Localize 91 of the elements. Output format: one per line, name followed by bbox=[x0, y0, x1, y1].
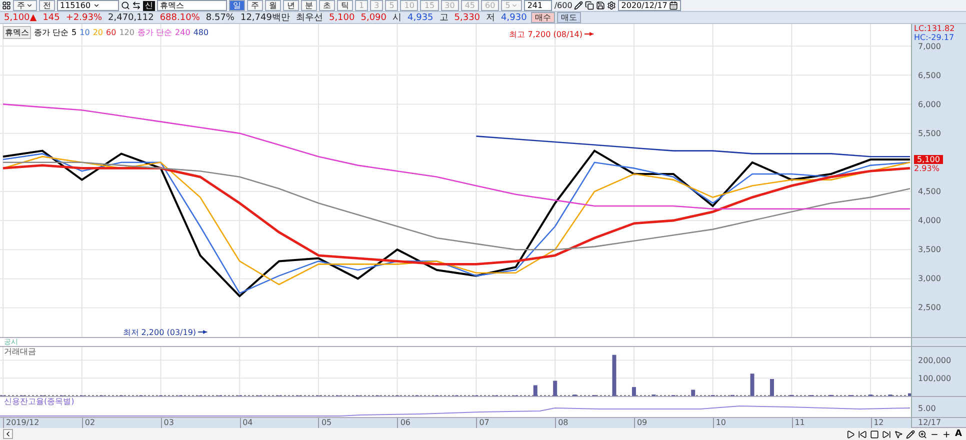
legend-period: 120 bbox=[119, 28, 134, 37]
price-tick: 4,500 bbox=[918, 186, 941, 196]
quote-value: 5,330 bbox=[453, 12, 482, 22]
legend-period: 20 bbox=[92, 28, 104, 37]
quote-value: 2,470,112 bbox=[107, 12, 155, 22]
skip-back-icon[interactable] bbox=[858, 430, 868, 438]
end-date-label: 12/17 bbox=[918, 418, 942, 427]
quote-value: 고 bbox=[438, 12, 450, 22]
price-tag: 5,100 bbox=[914, 154, 943, 164]
credit-badge: 신 bbox=[143, 0, 155, 10]
plus-icon[interactable] bbox=[942, 430, 952, 438]
volume-bar bbox=[612, 354, 616, 396]
price-tick: 3,500 bbox=[918, 245, 941, 254]
quote-value: 4,935 bbox=[406, 12, 434, 22]
price-annotation: 최고 7,200 (08/14) bbox=[509, 30, 594, 39]
quote-value: 5,100▲ bbox=[3, 12, 38, 22]
price-tick: 2,500 bbox=[918, 303, 941, 312]
quote-value: 5,090 bbox=[360, 12, 388, 22]
quote-value: 688.10% bbox=[158, 12, 201, 22]
legend-period: 240 bbox=[175, 28, 190, 37]
quote-value: +2.93% bbox=[64, 12, 104, 22]
credit-title: 신용잔고율(종목별) bbox=[4, 398, 74, 406]
legend-period: 480 bbox=[193, 28, 209, 37]
market-dropdown[interactable]: 주 bbox=[13, 0, 37, 11]
volume-tick: 100,000 bbox=[918, 374, 952, 383]
count-field[interactable]: 241 bbox=[524, 0, 552, 11]
legend-period: 10 bbox=[80, 28, 90, 37]
chevron-left-icon bbox=[4, 430, 12, 438]
price-tick: 6,000 bbox=[918, 100, 941, 109]
search-icon[interactable] bbox=[121, 1, 130, 10]
volume-bar bbox=[908, 393, 911, 396]
unit-tab[interactable]: 틱 bbox=[337, 0, 353, 11]
order-button[interactable]: 매도 bbox=[556, 12, 581, 23]
quote-value: 5,100 bbox=[328, 12, 356, 22]
pencil-icon[interactable] bbox=[906, 430, 916, 438]
volume-bar bbox=[691, 390, 696, 396]
legend-label: 종가 단순 bbox=[137, 27, 172, 38]
price-tick: 6,500 bbox=[918, 70, 941, 80]
stock-legend: 휴멕스 bbox=[3, 26, 31, 39]
save-icon[interactable] bbox=[596, 1, 606, 10]
font-button[interactable]: A bbox=[954, 429, 963, 439]
change-tag: 2.93% bbox=[914, 164, 940, 173]
scroll-left-button[interactable] bbox=[3, 429, 13, 439]
price-tick: 5,500 bbox=[918, 128, 941, 138]
stop-icon[interactable] bbox=[870, 430, 880, 438]
quote-value: 최우선 bbox=[294, 12, 324, 22]
period-tab[interactable]: 년 bbox=[283, 0, 299, 11]
calendar-icon bbox=[669, 1, 678, 10]
count-max: /600 bbox=[554, 1, 572, 10]
price-tick: 3,000 bbox=[918, 274, 941, 284]
volume-bar bbox=[770, 379, 774, 396]
unit-tab[interactable]: 분 bbox=[301, 0, 317, 11]
legend-period: 60 bbox=[106, 28, 116, 37]
price-tick: 4,000 bbox=[918, 216, 941, 226]
arrows-icon[interactable] bbox=[132, 1, 141, 10]
volume-bar bbox=[553, 380, 558, 396]
lc-value: LC:131.82 bbox=[914, 24, 955, 33]
unit-tab[interactable]: 초 bbox=[319, 0, 335, 11]
quote-value: 시 bbox=[392, 12, 402, 22]
volume-tick: 200,000 bbox=[918, 356, 952, 365]
hc-value: HC:-29.17 bbox=[914, 33, 954, 42]
legend-label: 종가 단순 bbox=[34, 27, 69, 38]
date-field[interactable]: 2020/12/17 bbox=[618, 0, 682, 11]
quote-value: 4,930 bbox=[500, 12, 528, 22]
period-tab[interactable]: 월 bbox=[265, 0, 281, 11]
pointer-icon[interactable] bbox=[894, 430, 904, 438]
layout-icon[interactable] bbox=[2, 1, 11, 10]
stock-name-field[interactable]: 휴멕스 bbox=[157, 0, 227, 11]
quote-value: 8.57% bbox=[204, 12, 236, 22]
board-button[interactable]: 전 bbox=[39, 0, 55, 11]
skip-forward-icon[interactable] bbox=[882, 430, 892, 438]
quote-value: 145 bbox=[42, 12, 61, 22]
quote-value: 저 bbox=[485, 12, 496, 22]
play-icon[interactable] bbox=[846, 430, 856, 438]
settings-icon[interactable] bbox=[607, 1, 616, 10]
order-button[interactable]: 매수 bbox=[530, 12, 555, 23]
price-annotation: 최저 2,200 (03/19) bbox=[122, 328, 208, 337]
copy-icon[interactable] bbox=[585, 1, 594, 10]
period-tab[interactable]: 일 bbox=[229, 0, 245, 11]
price-tick: 7,000 bbox=[918, 42, 941, 51]
legend-period: 5 bbox=[72, 28, 77, 37]
volume-title: 거래대금 bbox=[4, 348, 36, 356]
volume-bar bbox=[632, 387, 636, 396]
volume-bar bbox=[533, 385, 538, 396]
zoom-icon[interactable] bbox=[918, 430, 928, 438]
volume-bar bbox=[750, 374, 754, 396]
quote-value: 12,749백만 bbox=[239, 12, 291, 22]
pencil-icon[interactable] bbox=[574, 1, 584, 10]
credit-tick: 5.00 bbox=[918, 404, 936, 413]
code-field[interactable]: 115160 bbox=[57, 0, 119, 11]
period-tab[interactable]: 주 bbox=[247, 0, 263, 11]
